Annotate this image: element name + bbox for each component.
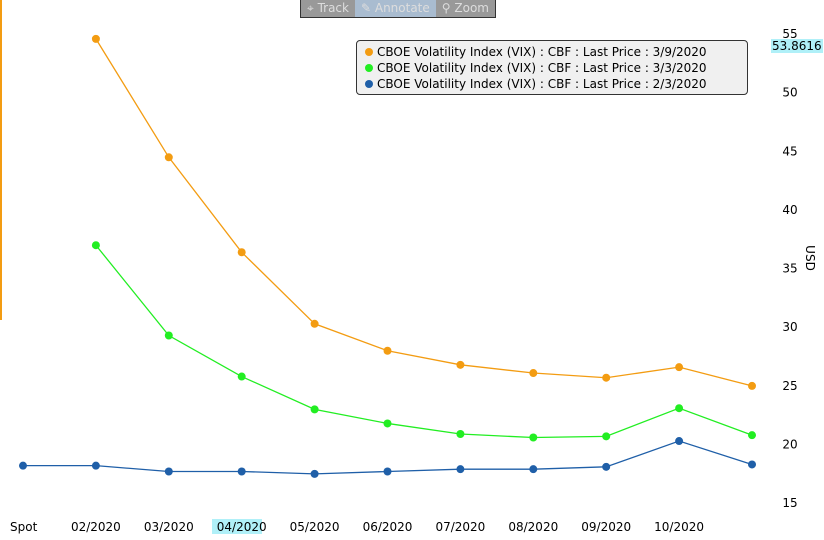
magnifier-icon: ⚲: [441, 1, 455, 15]
x-tick-label: 08/2020: [508, 520, 558, 534]
data-point: [748, 381, 756, 390]
data-point: [310, 469, 319, 478]
data-point: [748, 460, 756, 469]
data-point: [91, 34, 100, 43]
y-tick-label: 15: [782, 496, 797, 510]
legend-marker: [365, 64, 373, 72]
y-tick-label: 30: [782, 320, 797, 334]
chart-toolbar: ⌖ Track ✎ Annotate ⚲ Zoom: [300, 0, 496, 18]
data-point: [529, 433, 538, 442]
data-point: [529, 465, 538, 474]
data-point: [456, 360, 465, 369]
legend-marker: [365, 48, 373, 56]
y-axis-label: USD: [803, 245, 817, 271]
x-tick-label: 06/2020: [363, 520, 413, 534]
data-point: [164, 153, 173, 162]
data-point: [383, 467, 392, 476]
x-tick-label: 09/2020: [581, 520, 631, 534]
x-tick-label: 03/2020: [144, 520, 194, 534]
zoom-button[interactable]: ⚲ Zoom: [435, 0, 495, 17]
chart-container: 15 20 25 30 35 40 45 50 55 USD Spot 02/2020 03/2020 0…: [0, 0, 824, 540]
data-point: [602, 432, 611, 441]
y-tick-label: 50: [782, 86, 797, 100]
annotate-button[interactable]: ✎ Annotate: [354, 0, 436, 17]
crosshair-value-label: 53.8616: [771, 39, 823, 53]
data-point: [456, 429, 465, 438]
x-tick-label: 07/2020: [435, 520, 485, 534]
data-point: [675, 404, 684, 413]
data-point: [529, 369, 538, 378]
data-point: [383, 419, 392, 428]
legend-item[interactable]: CBOE Volatility Index (VIX) : CBF : Last…: [365, 44, 747, 60]
data-point: [164, 467, 173, 476]
data-point: [19, 461, 27, 470]
data-point: [91, 461, 100, 470]
y-tick-label: 20: [782, 437, 797, 451]
data-point: [748, 431, 756, 440]
series-line: [95, 244, 753, 439]
data-point: [602, 373, 611, 382]
legend-item[interactable]: CBOE Volatility Index (VIX) : CBF : Last…: [365, 76, 747, 92]
x-tick-label: 04/2020: [217, 520, 267, 534]
legend-marker: [365, 80, 373, 88]
y-tick-label: 45: [782, 144, 797, 158]
data-point: [164, 331, 173, 340]
x-tick-label: 02/2020: [71, 520, 121, 534]
y-tick-label: 25: [782, 379, 797, 393]
x-tick-label: 05/2020: [290, 520, 340, 534]
legend: CBOE Volatility Index (VIX) : CBF : Last…: [356, 40, 748, 95]
track-button[interactable]: ⌖ Track: [301, 0, 355, 17]
legend-item[interactable]: CBOE Volatility Index (VIX) : CBF : Last…: [365, 60, 747, 76]
data-point: [237, 248, 246, 257]
data-point: [675, 437, 684, 446]
data-point: [237, 372, 246, 381]
data-point: [237, 467, 246, 476]
data-point: [310, 405, 319, 414]
y-tick-label: 35: [782, 262, 797, 276]
pencil-icon: ✎: [360, 1, 375, 15]
x-tick-label: 10/2020: [654, 520, 704, 534]
data-point: [310, 319, 319, 328]
data-point: [675, 363, 684, 372]
x-tick-label: Spot: [10, 520, 38, 534]
data-point: [602, 462, 611, 471]
y-tick-label: 40: [782, 203, 797, 217]
crosshair-icon: ⌖: [307, 1, 318, 15]
data-point: [383, 346, 392, 355]
data-point: [456, 465, 465, 474]
data-point: [91, 241, 100, 250]
